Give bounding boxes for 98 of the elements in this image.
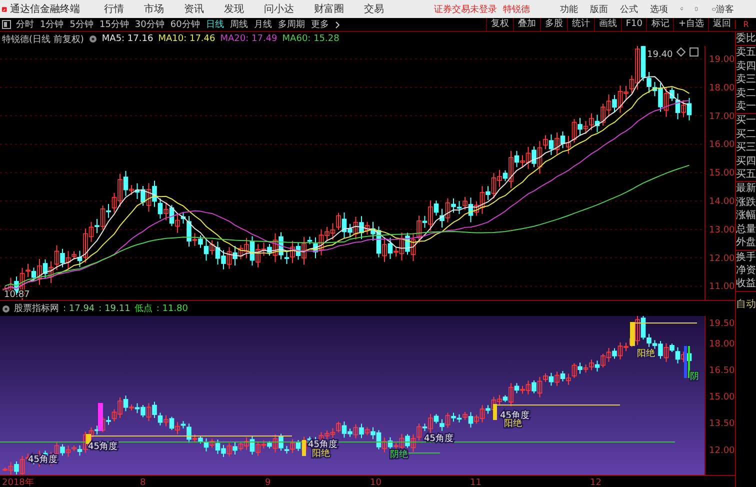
login-notice: 证券交易未登录 bbox=[434, 4, 497, 16]
axis-label: 19.00 bbox=[709, 55, 735, 65]
message-icon[interactable] bbox=[712, 4, 716, 14]
signal-bar bbox=[86, 434, 91, 444]
signal-label: 45角度 bbox=[424, 434, 454, 444]
axis-label: 9 bbox=[265, 478, 271, 487]
signal-bar bbox=[302, 440, 306, 456]
chart-title: 特锐德(日线 前复权) bbox=[2, 34, 84, 46]
quote-label: 最新 bbox=[736, 182, 756, 196]
period-tab[interactable]: 周线 bbox=[230, 18, 248, 31]
diamond-icon[interactable] bbox=[676, 47, 686, 57]
axis-label: 14.00 bbox=[709, 197, 735, 207]
panel-toggle-icon[interactable] bbox=[690, 48, 698, 56]
settings-icon[interactable] bbox=[2, 304, 10, 312]
period-tab[interactable]: 30分钟 bbox=[134, 18, 164, 31]
signal-bar bbox=[493, 404, 497, 420]
signal-label: 阴 bbox=[690, 372, 699, 382]
signal-label: 45角度 bbox=[88, 442, 118, 452]
signal-bar bbox=[98, 403, 103, 431]
quote-label: 买五 bbox=[736, 168, 756, 182]
quote-label: 涨跌 bbox=[736, 196, 756, 210]
axis-label: 18.00 bbox=[709, 340, 735, 350]
quote-label: 净资 bbox=[736, 264, 756, 278]
signal-label: 阳绝 bbox=[637, 349, 655, 359]
ma-value: MA5: 17.16 bbox=[102, 34, 154, 44]
quote-label: 买二 bbox=[736, 128, 756, 142]
axis-label: 18.00 bbox=[709, 83, 735, 94]
indicator-value: : 19.11 bbox=[98, 304, 130, 314]
quote-label: 卖五 bbox=[736, 46, 756, 60]
user-label[interactable]: 游客 bbox=[716, 2, 734, 16]
signal-bar bbox=[630, 322, 635, 346]
high-price-label: 19.40 bbox=[647, 50, 673, 60]
axis-label: 16.50 bbox=[709, 366, 735, 376]
period-tab[interactable]: 60分钟 bbox=[170, 18, 200, 31]
low-point-label: 低点 bbox=[134, 302, 152, 315]
menu-item[interactable]: 财富圈 bbox=[314, 2, 344, 16]
menu-item[interactable]: 交易 bbox=[364, 2, 384, 16]
app-name: 通达信金融终端 bbox=[10, 2, 80, 16]
period-tab[interactable]: 5分钟 bbox=[70, 18, 94, 31]
axis-label: 16.00 bbox=[709, 140, 735, 150]
axis-label: 19.50 bbox=[709, 319, 735, 329]
low-point-value: : 11.80 bbox=[156, 304, 188, 314]
corner-label: R bbox=[735, 20, 756, 29]
menu-item[interactable]: 市场 bbox=[144, 2, 164, 16]
signal-label: 阳绝 bbox=[312, 449, 330, 459]
ma-value: MA10: 17.46 bbox=[158, 34, 216, 44]
ma-value: MA60: 15.28 bbox=[282, 34, 340, 44]
menu-item[interactable]: 行情 bbox=[104, 2, 124, 16]
auto-label[interactable]: 自动 bbox=[736, 296, 756, 311]
axis-label: 12.00 bbox=[709, 254, 735, 264]
axis-label: 10 bbox=[370, 478, 382, 487]
period-tab[interactable]: 15分钟 bbox=[99, 18, 129, 31]
axis-label: 17.00 bbox=[709, 112, 735, 122]
axis-label: 15.00 bbox=[709, 168, 735, 179]
quote-label: 卖二 bbox=[736, 86, 756, 100]
quote-label: 换手 bbox=[736, 250, 756, 264]
axis-label: 13.00 bbox=[709, 225, 735, 236]
quote-label: 外盘 bbox=[736, 236, 756, 250]
period-tab[interactable]: 多周期 bbox=[278, 18, 305, 31]
axis-label: 15.00 bbox=[709, 392, 735, 403]
more-tab[interactable]: 更多 bbox=[310, 18, 329, 31]
axis-label: 8 bbox=[140, 478, 146, 487]
quote-label: 涨幅 bbox=[736, 209, 756, 223]
menu-item[interactable]: 资讯 bbox=[184, 2, 204, 16]
quote-label: 买四 bbox=[736, 154, 756, 168]
axis-label: 2018年 bbox=[2, 478, 34, 487]
panel-icon[interactable] bbox=[2, 20, 11, 29]
menu-item[interactable]: 功能 bbox=[560, 2, 578, 16]
quote-label: 卖四 bbox=[736, 60, 756, 74]
quote-label: 收益 bbox=[736, 277, 756, 291]
axis-label: 11.00 bbox=[709, 282, 735, 292]
phone-icon[interactable] bbox=[695, 4, 698, 14]
axis-label: 12.00 bbox=[709, 446, 735, 456]
menu-item[interactable]: 发现 bbox=[224, 2, 244, 16]
quote-label: 委比 bbox=[736, 32, 756, 46]
axis-label: 11 bbox=[470, 478, 482, 487]
quote-label: 卖一 bbox=[736, 100, 756, 114]
axis-label: 12 bbox=[590, 478, 602, 487]
menu-item[interactable]: 公式 bbox=[620, 2, 638, 16]
indicator-name: 股票指标网 bbox=[14, 302, 59, 315]
quote-label: 买三 bbox=[736, 141, 756, 155]
quote-label: 总量 bbox=[736, 222, 756, 236]
menu-item[interactable]: 选项 bbox=[650, 2, 668, 16]
period-tab[interactable]: 日线 bbox=[206, 18, 224, 31]
settings-icon[interactable] bbox=[88, 35, 97, 43]
quote-label: 卖三 bbox=[736, 73, 756, 87]
ma-value: MA20: 17.49 bbox=[220, 34, 278, 44]
period-tab[interactable]: 月线 bbox=[254, 18, 272, 31]
chevron-right-icon[interactable] bbox=[334, 20, 340, 28]
period-tab[interactable]: 分时 bbox=[16, 18, 34, 31]
stock-link[interactable]: 特锐德 bbox=[502, 2, 530, 16]
menu-item[interactable]: 版面 bbox=[590, 2, 608, 16]
indicator-value: : 17.94 bbox=[63, 304, 95, 314]
axis-label: 13.50 bbox=[709, 419, 735, 430]
menu-item[interactable]: 问小达 bbox=[264, 2, 294, 16]
quote-label: 买一 bbox=[736, 114, 756, 128]
signal-label: 阳绝 bbox=[504, 419, 522, 429]
period-tab[interactable]: 1分钟 bbox=[40, 18, 64, 31]
